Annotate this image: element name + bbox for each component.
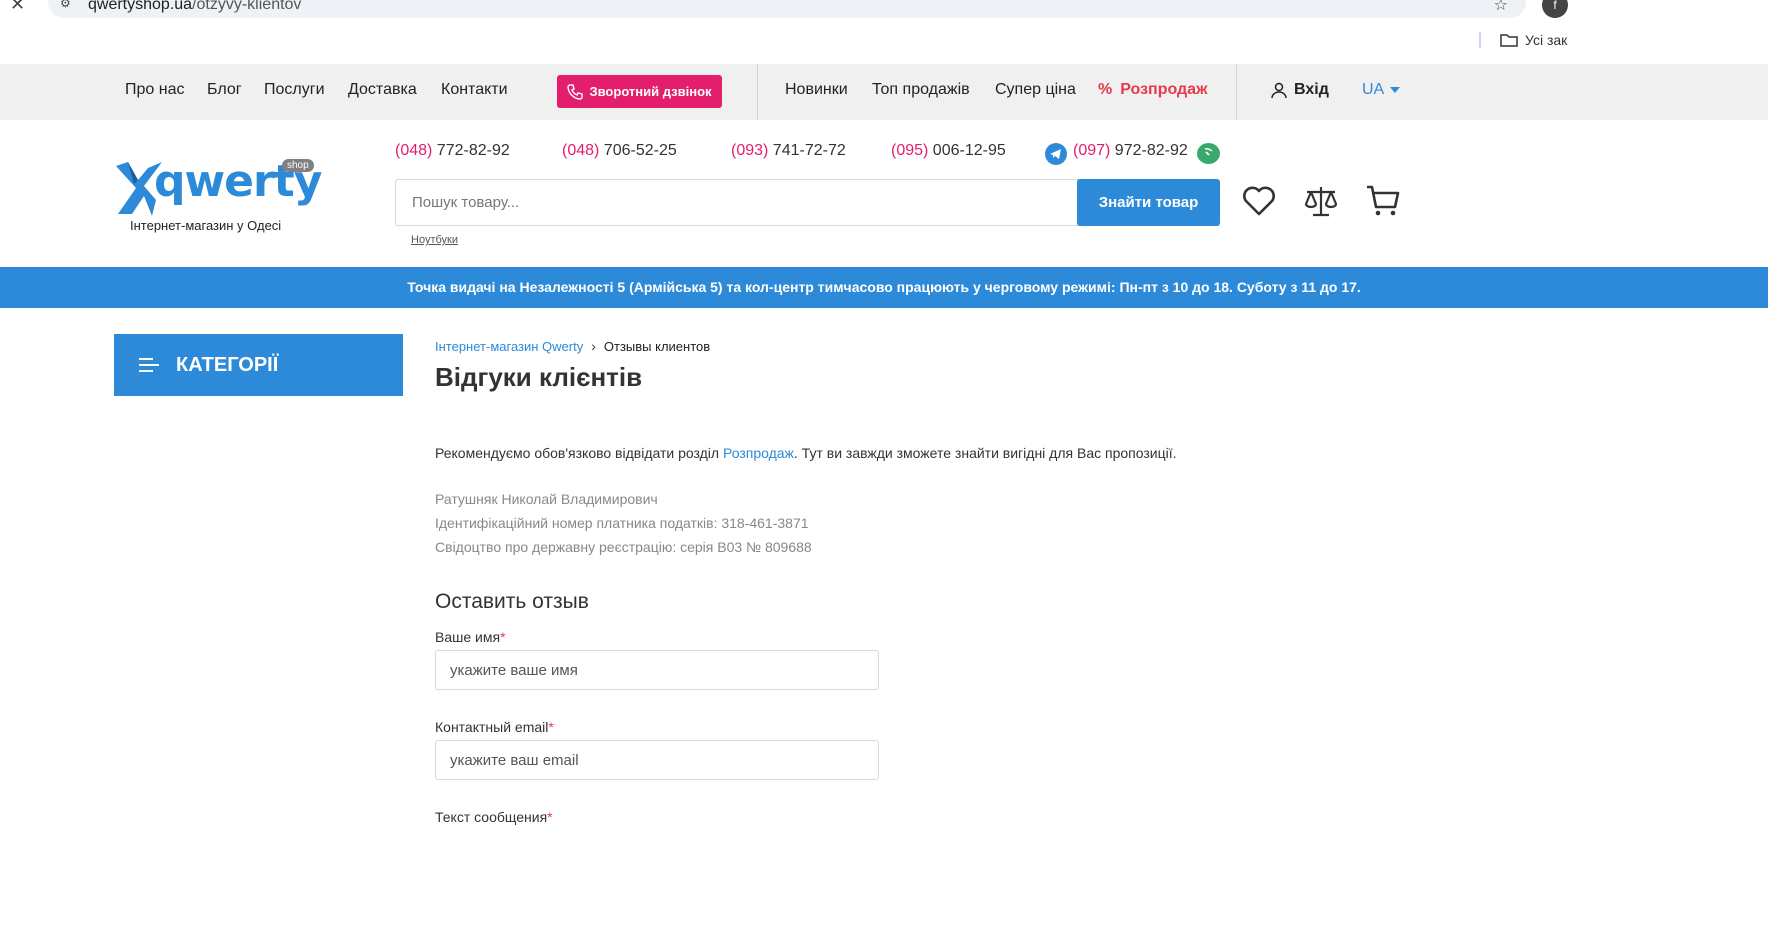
menu-icon [139, 358, 159, 372]
user-icon [1271, 82, 1287, 99]
email-input[interactable] [435, 740, 879, 780]
cart-icon[interactable] [1365, 183, 1401, 219]
name-input[interactable] [435, 650, 879, 690]
wishlist-heart-icon[interactable] [1241, 183, 1277, 219]
name-label-text: Ваше имя [435, 629, 501, 645]
logo-tagline: Інтернет-магазин у Одесі [130, 218, 282, 233]
bookmarks-folder[interactable]: Усі зак [1500, 32, 1567, 48]
search-button[interactable]: Знайти товар [1077, 179, 1220, 226]
url-domain: qwertyshop.ua [88, 0, 193, 13]
telegram-icon[interactable] [1045, 143, 1067, 165]
required-mark: * [500, 629, 506, 645]
nav-sale[interactable]: % Розпродаж [1098, 81, 1207, 99]
viber-icon[interactable] [1197, 143, 1220, 164]
phone-1[interactable]: (048) 772-82-92 [395, 142, 510, 160]
review-form-title: Оставить отзыв [435, 590, 589, 613]
phone-code: (048) [395, 142, 433, 159]
required-mark: * [547, 809, 553, 825]
registration-certificate: Свідоцтво про державну реєстрацію: серія… [435, 539, 812, 555]
close-tab-icon[interactable]: ✕ [10, 0, 25, 15]
folder-icon [1500, 34, 1518, 47]
percent-icon: % [1098, 81, 1113, 98]
recommendation-text: Рекомендуємо обов'язково відвідати розді… [435, 445, 1177, 461]
nav-blog[interactable]: Блог [207, 81, 242, 99]
address-bar[interactable]: ⚙ qwertyshop.ua/otzyvy-klientov ☆ [48, 0, 1526, 18]
info-banner-text: Точка видачі на Незалежності 5 (Армійськ… [407, 279, 1361, 295]
nav-divider [1236, 64, 1237, 120]
bookmark-star-icon[interactable]: ☆ [1494, 0, 1508, 15]
nav-contacts[interactable]: Контакти [441, 81, 508, 99]
rec-after: . Тут ви завжди зможете знайти вигідні д… [793, 445, 1177, 461]
login-label: Вхід [1294, 81, 1329, 98]
login-link[interactable]: Вхід [1270, 81, 1329, 99]
chevron-right-icon: › [591, 338, 596, 354]
logo-badge: shop [282, 159, 314, 172]
phone-5[interactable]: (097) 972-82-92 [1073, 142, 1188, 160]
compare-scales-icon[interactable] [1303, 183, 1339, 219]
language-value: UA [1362, 81, 1385, 98]
phone-2[interactable]: (048) 706-52-25 [562, 142, 677, 160]
phone-4[interactable]: (095) 006-12-95 [891, 142, 1006, 160]
info-banner: Точка видачі на Незалежності 5 (Армійськ… [0, 267, 1768, 308]
phone-number: 972-82-92 [1110, 142, 1188, 159]
phone-code: (097) [1073, 142, 1111, 159]
phone-number: 006-12-95 [928, 142, 1006, 159]
url-text[interactable]: qwertyshop.ua/otzyvy-klientov [88, 0, 301, 14]
phone-code: (093) [731, 142, 769, 159]
url-path: /otzyvy-klientov [192, 0, 302, 13]
breadcrumb: Інтернет-магазин Qwerty › Отзывы клиенто… [435, 338, 710, 354]
categories-menu-button[interactable]: КАТЕГОРІЇ [114, 334, 403, 396]
profile-avatar[interactable]: f [1542, 0, 1568, 18]
nav-services[interactable]: Послуги [264, 81, 325, 99]
search-hint-link[interactable]: Ноутбуки [411, 234, 458, 246]
nav-top-sales[interactable]: Топ продажів [872, 81, 970, 99]
bookmarks-folder-label: Усі зак [1525, 32, 1568, 48]
email-label-text: Контактный email [435, 719, 549, 735]
chevron-down-icon [1390, 87, 1401, 93]
breadcrumb-current: Отзывы клиентов [603, 338, 711, 354]
nav-new[interactable]: Новинки [785, 81, 848, 99]
phone-number: 706-52-25 [599, 142, 677, 159]
breadcrumb-home[interactable]: Інтернет-магазин Qwerty [435, 339, 583, 354]
nav-super-price[interactable]: Супер ціна [995, 81, 1076, 99]
email-label: Контактный email* [435, 719, 554, 735]
nav-about[interactable]: Про нас [125, 81, 184, 99]
bookmarks-separator [1479, 32, 1481, 48]
nav-divider [757, 64, 758, 120]
phone-3[interactable]: (093) 741-72-72 [731, 142, 846, 160]
phone-icon [567, 83, 584, 100]
required-mark: * [548, 719, 554, 735]
owner-name: Ратушняк Николай Владимирович [435, 491, 658, 507]
message-label: Текст сообщения* [435, 809, 553, 825]
site-info-icon[interactable]: ⚙ [60, 0, 71, 10]
nav-sale-label: Розпродаж [1120, 81, 1208, 98]
language-selector[interactable]: UA [1362, 81, 1401, 99]
sale-link[interactable]: Розпродаж [723, 445, 794, 461]
rec-before: Рекомендуємо обов'язково відвідати розді… [435, 445, 723, 461]
callback-label: Зворотний дзвінок [589, 84, 712, 99]
categories-label: КАТЕГОРІЇ [176, 353, 279, 376]
callback-button[interactable]: Зворотний дзвінок [557, 75, 722, 108]
phone-code: (095) [891, 142, 929, 159]
page-title: Відгуки клієнтів [435, 362, 643, 392]
name-label: Ваше имя* [435, 629, 506, 645]
nav-delivery[interactable]: Доставка [348, 81, 417, 99]
top-navigation: Про нас Блог Послуги Доставка Контакти З… [0, 64, 1768, 120]
message-label-text: Текст сообщения [435, 809, 548, 825]
search-input[interactable] [395, 179, 1079, 226]
browser-chrome: ✕ ⚙ qwertyshop.ua/otzyvy-klientov ☆ f Ус… [0, 0, 1768, 64]
phone-number: 741-72-72 [768, 142, 846, 159]
phone-code: (048) [562, 142, 600, 159]
phone-number: 772-82-92 [432, 142, 510, 159]
tax-id: Ідентифікаційний номер платника податків… [435, 515, 809, 531]
